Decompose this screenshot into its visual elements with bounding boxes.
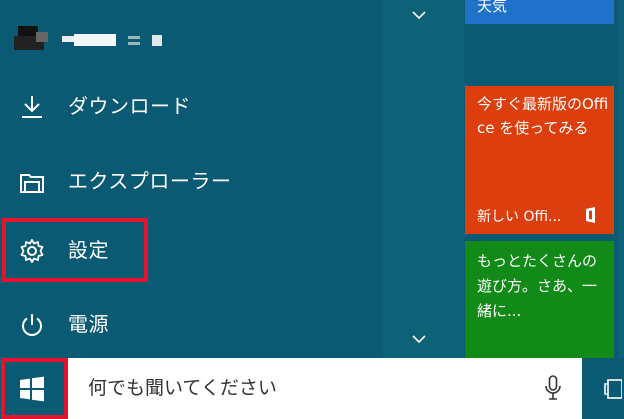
- settings-highlight-box: [2, 218, 148, 282]
- tile-weather[interactable]: 天気: [465, 0, 614, 24]
- tile-area-edge: [614, 0, 624, 358]
- chevron-down-icon[interactable]: [410, 330, 428, 344]
- search-input[interactable]: 何でも聞いてください: [68, 358, 582, 419]
- download-icon: [18, 93, 46, 121]
- taskbar: 何でも聞いてください: [0, 358, 624, 419]
- menu-item-power[interactable]: 電源: [0, 296, 383, 352]
- chevron-down-icon[interactable]: [410, 6, 428, 20]
- menu-item-explorer[interactable]: エクスプローラー: [0, 153, 383, 209]
- start-menu-left-pane: ダウンロード エクスプローラー 設定 電源: [0, 0, 383, 358]
- avatar: [14, 26, 50, 54]
- menu-item-label: 電源: [68, 312, 109, 336]
- tile-label: 天気: [477, 0, 508, 15]
- tile-footer: 新しい Offi...: [477, 209, 562, 225]
- power-icon: [18, 311, 46, 339]
- tile-get-office[interactable]: 今すぐ最新版のOffice を使ってみる 新しい Offi...: [465, 86, 614, 234]
- menu-item-label: エクスプローラー: [68, 169, 232, 193]
- task-view-icon[interactable]: [604, 378, 623, 400]
- menu-item-downloads[interactable]: ダウンロード: [0, 78, 383, 134]
- user-account[interactable]: [14, 24, 174, 56]
- start-menu: ダウンロード エクスプローラー 設定 電源 天気 今すぐ最新版のOffice を…: [0, 0, 624, 358]
- search-placeholder: 何でも聞いてください: [88, 377, 277, 399]
- microphone-icon[interactable]: [544, 374, 562, 402]
- taskbar-right-area: [582, 358, 624, 419]
- tile-text: もっとたくさんの遊び方。さあ、一緒に...: [477, 252, 598, 320]
- tile-group-header-column: [383, 0, 464, 358]
- tile-text: 今すぐ最新版のOffice を使ってみる: [477, 95, 609, 137]
- tile-xbox[interactable]: もっとたくさんの遊び方。さあ、一緒に...: [465, 241, 614, 358]
- menu-item-label: ダウンロード: [68, 94, 191, 118]
- start-button-highlight-box: [1, 358, 68, 419]
- folder-explorer-icon: [18, 168, 46, 196]
- office-logo-icon: [582, 206, 600, 224]
- user-name-redacted: [62, 34, 172, 48]
